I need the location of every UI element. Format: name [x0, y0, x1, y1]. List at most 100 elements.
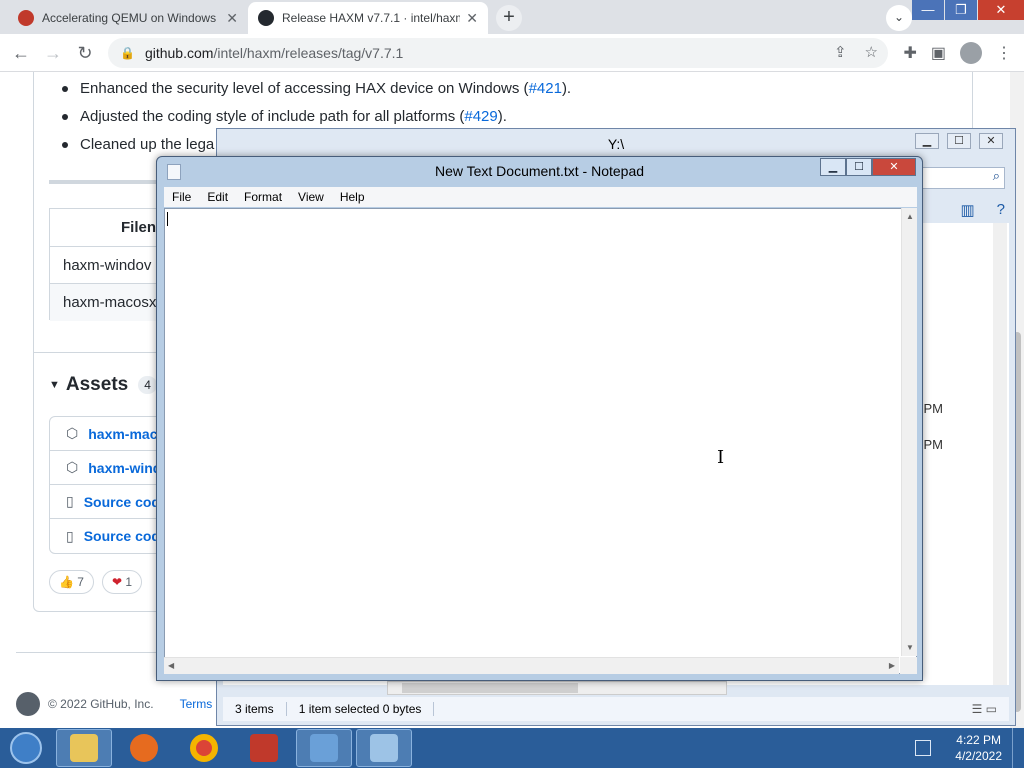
notepad-title: New Text Document.txt - Notepad	[434, 163, 645, 179]
window-controls: — ❐ ✕	[911, 0, 1024, 22]
system-tray: 4:22 PM 4/2/2022	[915, 732, 1012, 764]
tab-accelerating-qemu[interactable]: Accelerating QEMU on Windows ✕	[8, 2, 248, 34]
github-logo-icon[interactable]	[16, 692, 40, 716]
files-table: Filen haxm-windov haxm-macosx	[49, 208, 159, 321]
tab-close-icon[interactable]: ✕	[466, 10, 478, 27]
asset-item[interactable]: ⬡ haxm-mac	[50, 417, 158, 451]
chrome-icon	[190, 734, 218, 762]
tab-title: Accelerating QEMU on Windows	[42, 11, 217, 25]
tab-strip: Accelerating QEMU on Windows ✕ Release H…	[0, 0, 1024, 34]
explorer-vertical-scrollbar[interactable]	[993, 223, 1007, 685]
menu-kebab-icon[interactable]: ⋮	[996, 43, 1012, 63]
section-divider	[49, 180, 159, 184]
tab-close-icon[interactable]: ✕	[226, 10, 238, 27]
terms-link[interactable]: Terms	[180, 697, 213, 711]
back-arrow-icon[interactable]: ←	[8, 40, 34, 66]
menu-edit[interactable]: Edit	[199, 187, 236, 207]
menu-format[interactable]: Format	[236, 187, 290, 207]
selection-status: 1 item selected 0 bytes	[287, 702, 435, 716]
github-favicon-icon	[258, 10, 274, 26]
assets-count-badge: 4	[138, 376, 157, 394]
notepad-titlebar[interactable]: New Text Document.txt - Notepad ▁ ☐ ✕	[157, 157, 922, 186]
clock-time: 4:22 PM	[956, 733, 1001, 747]
taskbar-file-explorer[interactable]	[56, 729, 112, 767]
restore-button[interactable]: ❐	[945, 0, 977, 20]
details-view-icon[interactable]: ☰ ▭	[960, 702, 1009, 716]
assets-list: ⬡ haxm-mac ⬡ haxm-wind ▯ Source cod ▯ Source…	[49, 416, 159, 554]
modified-times: PM PM	[923, 401, 944, 452]
item-count: 3 items	[223, 702, 287, 716]
menu-file[interactable]: File	[164, 187, 199, 207]
clock[interactable]: 4:22 PM 4/2/2022	[955, 732, 1002, 764]
url-path: /intel/haxm/releases/tag/v7.7.1	[213, 45, 404, 61]
file-zip-icon: ▯	[66, 527, 74, 544]
reload-icon[interactable]: ↻	[72, 40, 98, 66]
taskbar-toolbox[interactable]	[236, 729, 292, 767]
preview-pane-icon[interactable]: ▥	[960, 201, 974, 219]
menu-help[interactable]: Help	[332, 187, 373, 207]
side-panel-icon[interactable]: ▣	[931, 43, 946, 63]
minimize-button[interactable]: ▁	[915, 133, 939, 149]
reactions: 👍 7 ❤ 1	[49, 570, 143, 594]
maximize-button[interactable]: ☐	[947, 133, 971, 149]
notepad-menubar: File Edit Format View Help	[164, 187, 917, 207]
table-row: haxm-macosx	[50, 284, 158, 321]
page-footer: © 2022 GitHub, Inc. Terms	[16, 692, 212, 716]
taskbar-firefox[interactable]	[116, 729, 172, 767]
file-explorer-icon	[70, 734, 98, 762]
assets-toggle[interactable]: ▼ Assets 4	[49, 374, 157, 396]
list-item: Enhanced the security level of accessing…	[61, 78, 571, 106]
thumbs-up-icon: 👍	[59, 575, 74, 589]
issue-link[interactable]: #421	[529, 80, 562, 97]
table-row: haxm-windov	[50, 247, 158, 284]
start-button[interactable]	[0, 728, 52, 768]
copyright: © 2022 GitHub, Inc.	[48, 697, 154, 711]
bookmark-star-icon[interactable]: ☆	[865, 43, 878, 61]
minimize-button[interactable]: —	[912, 0, 944, 20]
taskbar-notepad[interactable]	[356, 729, 412, 767]
text-cursor-ibeam-icon: I	[717, 447, 725, 468]
explorer-title: Y:\	[607, 136, 625, 152]
extensions-puzzle-icon[interactable]: ✚	[903, 43, 916, 63]
taskbar-chrome[interactable]	[176, 729, 232, 767]
file-zip-icon: ▯	[66, 493, 74, 509]
new-tab-button[interactable]: +	[496, 5, 522, 31]
share-icon[interactable]: ⇪	[834, 43, 847, 61]
package-icon: ⬡	[66, 459, 79, 475]
tab-haxm-release[interactable]: Release HAXM v7.7.1 · intel/haxm ✕	[248, 2, 488, 34]
close-button[interactable]: ✕	[978, 0, 1024, 20]
heart-icon: ❤	[111, 575, 123, 589]
triangle-down-icon: ▼	[49, 379, 60, 391]
tab-title: Release HAXM v7.7.1 · intel/haxm	[282, 11, 461, 25]
profile-avatar-icon[interactable]	[960, 42, 982, 64]
qemu-favicon-icon	[18, 10, 34, 26]
notepad-text-area[interactable]	[164, 208, 917, 674]
asset-item[interactable]: ▯ Source cod	[50, 519, 158, 553]
reaction-heart[interactable]: ❤ 1	[101, 570, 143, 594]
show-desktop-button[interactable]	[1012, 728, 1024, 768]
search-input[interactable]: ⌕	[913, 167, 1005, 189]
network-icon[interactable]	[915, 740, 932, 756]
forward-arrow-icon[interactable]: →	[40, 40, 66, 66]
menu-view[interactable]: View	[290, 187, 332, 207]
asset-item[interactable]: ▯ Source cod	[50, 485, 158, 519]
help-icon[interactable]: ?	[997, 201, 1005, 219]
close-button[interactable]: ✕	[872, 158, 916, 176]
explorer-horizontal-scrollbar[interactable]	[387, 681, 727, 695]
minimize-button[interactable]: ▁	[820, 158, 846, 176]
tab-search-chevron-icon[interactable]: ⌄	[886, 5, 912, 31]
taskbar-control-panel[interactable]	[296, 729, 352, 767]
lock-icon: 🔒	[120, 46, 135, 60]
taskbar: 4:22 PM 4/2/2022	[0, 728, 1024, 768]
notepad-window-controls: ▁ ☐ ✕	[820, 158, 916, 176]
reaction-thumbs-up[interactable]: 👍 7	[49, 570, 94, 594]
close-button[interactable]: ✕	[979, 133, 1003, 149]
address-bar[interactable]: 🔒 github.com/intel/haxm/releases/tag/v7.…	[108, 38, 888, 68]
url-host: github.com	[144, 45, 214, 61]
asset-item[interactable]: ⬡ haxm-wind	[50, 451, 158, 485]
browser-toolbar: ← → ↻ 🔒 github.com/intel/haxm/releases/t…	[0, 34, 1024, 72]
explorer-window-controls: ▁ ☐ ✕	[915, 133, 1003, 149]
notepad-window: New Text Document.txt - Notepad ▁ ☐ ✕ Fi…	[156, 156, 923, 681]
issue-link[interactable]: #429	[464, 108, 497, 125]
maximize-button[interactable]: ☐	[846, 158, 872, 176]
